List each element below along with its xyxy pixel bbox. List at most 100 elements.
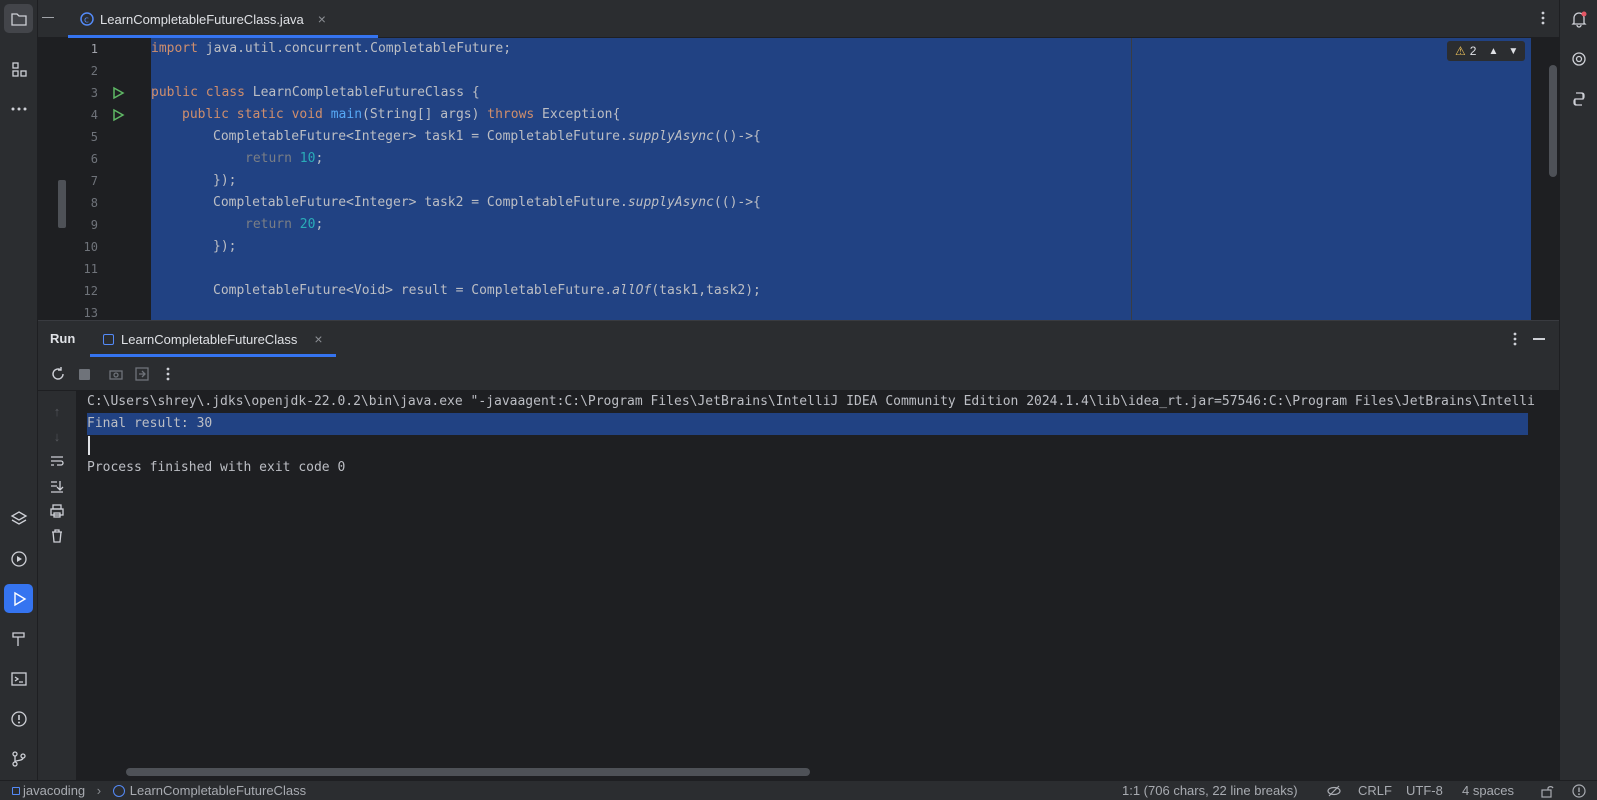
code-line-6: return 10; [245, 148, 323, 170]
previous-highlight-icon[interactable]: ▲ [1488, 46, 1498, 57]
line-number: 4 [90, 108, 98, 122]
line-number: 5 [90, 130, 98, 144]
code-editor[interactable]: import java.util.concurrent.CompletableF… [151, 38, 1531, 320]
scroll-up-button[interactable]: ↑ [49, 403, 65, 419]
soft-wrap-button[interactable] [49, 453, 65, 469]
console-side-toolbar: ↑ ↓ [38, 391, 76, 781]
gutter-fold-marker [58, 180, 66, 228]
indent-setting[interactable]: 4 spaces [1462, 783, 1514, 800]
minimize-icon[interactable] [42, 17, 54, 18]
run-tool-window: Run LearnCompletableFutureClass × ↑ ↓ C:… [38, 320, 1559, 781]
console-horizontal-scrollbar[interactable] [126, 768, 810, 776]
close-tab-icon[interactable]: × [318, 11, 326, 27]
alert-icon [1572, 784, 1586, 798]
ai-assistant-icon [1571, 51, 1586, 66]
breadcrumb-project[interactable]: javacoding [23, 783, 85, 798]
console-selection [87, 413, 1528, 435]
run-tab-label: LearnCompletableFutureClass [121, 331, 298, 347]
scroll-to-end-icon [51, 481, 64, 493]
code-token: allOf [612, 283, 652, 298]
next-highlight-icon[interactable]: ▼ [1508, 46, 1518, 57]
python-button[interactable] [1564, 84, 1593, 113]
terminal-button[interactable] [4, 664, 33, 693]
warnings-count: 2 [1469, 44, 1477, 58]
run-tool-button[interactable] [4, 584, 33, 613]
editor-tab-active[interactable]: c LearnCompletableFutureClass.java × [68, 0, 378, 38]
clear-all-button[interactable] [49, 528, 65, 544]
dump-threads-button[interactable] [108, 366, 124, 382]
git-button[interactable] [4, 744, 33, 773]
editor-tab-label: LearnCompletableFutureClass.java [100, 11, 304, 27]
run-config-tab[interactable]: LearnCompletableFutureClass × [90, 321, 336, 357]
status-bar: javacoding › LearnCompletableFutureClass… [0, 780, 1597, 800]
more-tools-button[interactable] [4, 94, 33, 123]
scroll-to-end-button[interactable] [49, 478, 65, 494]
code-token: ; [315, 217, 324, 232]
build-icon [11, 631, 25, 646]
line-number: 12 [83, 284, 98, 298]
editor-options-icon[interactable] [1541, 10, 1545, 26]
run-class-gutter-icon[interactable] [111, 86, 125, 100]
notifications-button[interactable] [1564, 4, 1593, 33]
read-only-toggle[interactable] [1540, 784, 1554, 800]
line-number: 9 [90, 218, 98, 232]
git-icon [11, 750, 26, 767]
hide-window-icon[interactable] [1533, 338, 1545, 340]
line-separator[interactable]: CRLF [1358, 783, 1392, 800]
run-options-icon[interactable] [1513, 331, 1517, 350]
code-token: ; [315, 151, 324, 166]
layers-button[interactable] [4, 504, 33, 533]
close-run-tab-icon[interactable]: × [314, 331, 322, 347]
code-token: public static void [182, 107, 323, 122]
scroll-down-button[interactable]: ↓ [49, 428, 65, 444]
line-number: 2 [90, 64, 98, 78]
ai-assistant-button[interactable] [1564, 44, 1593, 73]
event-log-button[interactable] [1572, 784, 1586, 800]
eye-off-icon [1327, 785, 1341, 797]
services-icon [10, 550, 27, 567]
java-class-icon: c [80, 12, 94, 26]
caret-position[interactable]: 1:1 (706 chars, 22 line breaks) [1122, 783, 1298, 800]
toolbar-more-button[interactable] [160, 366, 176, 382]
code-token: 10 [299, 151, 316, 166]
code-line-3: public class LearnCompletableFutureClass… [151, 82, 480, 104]
console-output[interactable]: C:\Users\shrey\.jdks\openjdk-22.0.2\bin\… [76, 391, 1559, 781]
build-button[interactable] [4, 624, 33, 653]
stop-button[interactable] [76, 366, 92, 382]
notifications-icon [1570, 11, 1587, 28]
code-token: 20 [299, 217, 316, 232]
code-token: supplyAsync [627, 129, 714, 144]
run-window-title: Run [50, 331, 76, 346]
run-main-gutter-icon[interactable] [111, 108, 125, 122]
inspection-widget[interactable]: ⚠ 2 ▲ ▼ [1447, 41, 1525, 61]
exit-button[interactable] [134, 366, 150, 382]
problems-icon [10, 710, 27, 727]
code-token: main [330, 107, 363, 122]
right-tool-strip [1559, 0, 1597, 780]
code-line-12: CompletableFuture<Void> result = Complet… [213, 280, 761, 302]
line-number: 8 [90, 196, 98, 210]
soft-wrap-icon [51, 456, 64, 466]
print-icon [50, 504, 64, 518]
print-button[interactable] [49, 503, 65, 519]
code-token: CompletableFuture<Integer> task1 = Compl… [213, 129, 628, 144]
code-token: LearnCompletableFutureClass { [244, 85, 480, 100]
left-tool-strip [0, 0, 38, 780]
rerun-button[interactable] [50, 366, 66, 382]
services-button[interactable] [4, 544, 33, 573]
ai-status-button[interactable] [1327, 784, 1341, 800]
run-icon [13, 591, 26, 606]
editor-area: c LearnCompletableFutureClass.java × 1 2… [38, 0, 1559, 320]
editor-scrollbar[interactable] [1549, 65, 1557, 177]
code-line-10: }); [213, 239, 237, 254]
module-icon [12, 787, 20, 795]
project-button[interactable] [4, 4, 33, 33]
structure-button[interactable] [4, 54, 33, 83]
code-token: (()->{ [713, 195, 761, 210]
file-encoding[interactable]: UTF-8 [1406, 783, 1443, 800]
breadcrumb-file[interactable]: LearnCompletableFutureClass [130, 783, 306, 798]
code-token: (task1,task2); [651, 283, 761, 298]
unlock-icon [1541, 786, 1554, 798]
camera-icon [109, 370, 123, 380]
problems-button[interactable] [4, 704, 33, 733]
